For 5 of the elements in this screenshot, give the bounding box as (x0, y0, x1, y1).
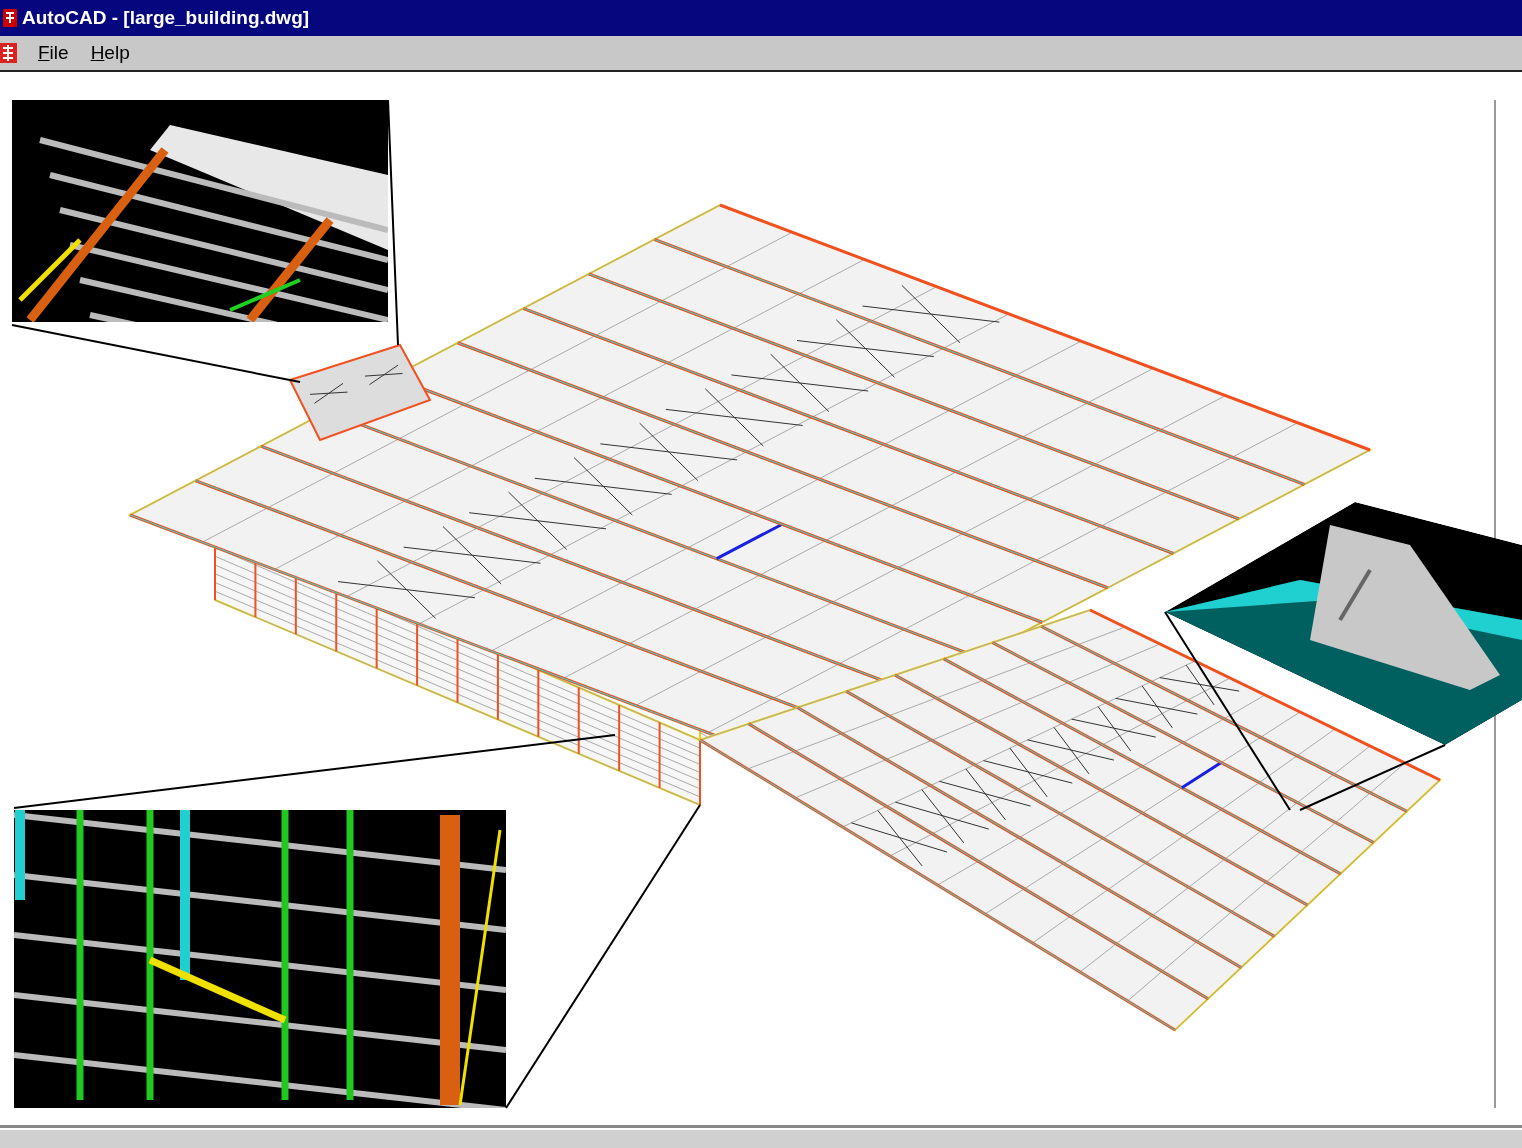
menu-item[interactable]: File (36, 42, 71, 64)
window-title: AutoCAD - [large_building.dwg] (22, 7, 310, 29)
app-icon (2, 7, 18, 29)
menu-item[interactable]: Help (88, 42, 132, 64)
document-icon[interactable] (0, 41, 18, 65)
